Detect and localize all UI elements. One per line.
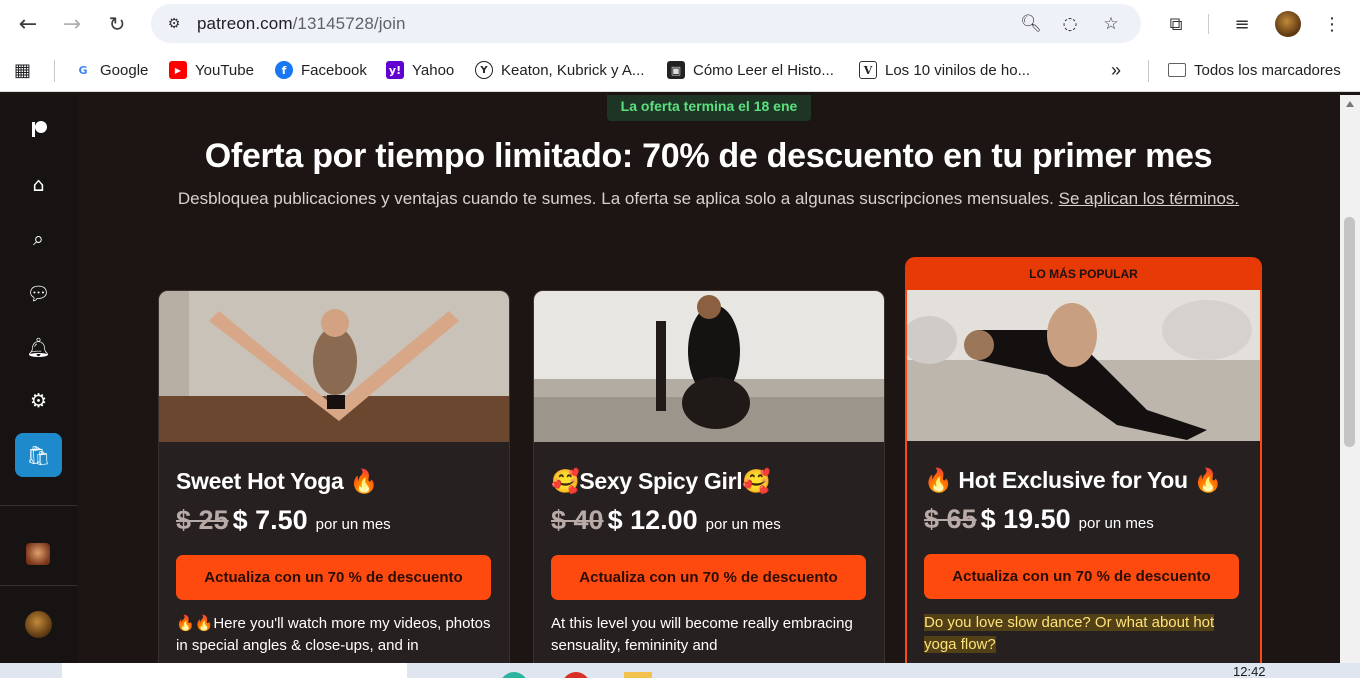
yahoo-icon: y! <box>386 61 404 79</box>
tier-price: $ 40 $ 12.00 por un mes <box>551 505 781 536</box>
page-title: Oferta por tiempo limitado: 70% de descu… <box>204 137 1213 175</box>
bookmark-keaton[interactable]: Y Keaton, Kubrick y A... <box>475 59 644 81</box>
taskbar-app-icon[interactable] <box>500 672 528 678</box>
discount-price: $ 12.00 <box>607 505 698 535</box>
creator-avatar[interactable] <box>26 543 50 565</box>
site-icon: Y <box>475 61 493 79</box>
bookmark-youtube[interactable]: ▶ YouTube <box>169 59 254 81</box>
rail-divider <box>0 585 77 586</box>
old-price: $ 65 <box>924 504 977 534</box>
taskbar-search-box[interactable] <box>62 663 407 678</box>
upgrade-button[interactable]: Actualiza con un 70 % de descuento <box>176 555 491 600</box>
site-icon: V <box>859 61 877 79</box>
bookmarks-divider <box>1148 60 1149 82</box>
browser-toolbar: ← → ↻ ⚙ patreon.com/13145728/join 🔍︎ ◌ ☆… <box>0 0 1360 48</box>
page-scrollbar[interactable] <box>1340 95 1360 663</box>
notifications-bell-icon[interactable]: 🔔︎ <box>15 325 62 369</box>
back-icon[interactable]: ← <box>13 9 43 39</box>
eye-off-icon[interactable]: ◌ <box>1058 12 1082 36</box>
subtitle-text: Desbloquea publicaciones y ventajas cuan… <box>177 189 1054 208</box>
url-text[interactable]: patreon.com/13145728/join <box>197 14 406 34</box>
tier-image <box>907 290 1260 441</box>
bookmark-yahoo[interactable]: y! Yahoo <box>386 59 454 81</box>
site-icon: ▣ <box>667 61 685 79</box>
tier-card-popular: 🔥 Hot Exclusive for You 🔥 $ 65 $ 19.50 p… <box>905 290 1262 663</box>
media-queue-icon[interactable]: ≡ <box>1228 10 1256 38</box>
patreon-sidebar: ⌂ ⌕ 💬︎ 🔔︎ ⚙ 🛍︎ <box>0 95 77 663</box>
tier-description: 🔥🔥Here you'll watch more my videos, phot… <box>176 615 491 654</box>
bookmark-vinilos[interactable]: V Los 10 vinilos de ho... <box>859 59 1030 81</box>
upgrade-button[interactable]: Actualiza con un 70 % de descuento <box>551 555 866 600</box>
most-popular-badge: LO MÁS POPULAR <box>905 257 1262 291</box>
extensions-icon[interactable]: ⧉ <box>1162 10 1190 38</box>
settings-gear-icon[interactable]: ⚙ <box>15 379 62 423</box>
tier-image <box>159 291 509 442</box>
tier-price: $ 25 $ 7.50 por un mes <box>176 505 391 536</box>
bookmark-como-leer[interactable]: ▣ Cómo Leer el Histo... <box>667 59 834 81</box>
toolbar-divider <box>1208 14 1209 34</box>
tier-image <box>159 291 509 442</box>
tier-price: $ 65 $ 19.50 por un mes <box>924 504 1154 535</box>
price-period: por un mes <box>315 516 391 533</box>
scroll-up-icon[interactable] <box>1346 101 1354 107</box>
all-bookmarks-button[interactable]: Todos los marcadores <box>1168 59 1341 81</box>
offer-ends-badge: La oferta termina el 18 ene <box>607 95 811 121</box>
patreon-logo-icon[interactable] <box>15 107 62 151</box>
tier-image <box>534 291 884 442</box>
tier-title: Sweet Hot Yoga 🔥 <box>176 468 378 494</box>
bookmark-star-icon[interactable]: ☆ <box>1099 12 1123 36</box>
bookmarks-overflow-button[interactable]: » <box>1111 59 1121 81</box>
tier-card: Sweet Hot Yoga 🔥 $ 25 $ 7.50 por un mes … <box>158 290 510 663</box>
menu-kebab-icon[interactable]: ⋮ <box>1318 10 1346 38</box>
patreon-logo-icon <box>31 121 47 137</box>
discount-price: $ 7.50 <box>232 505 308 535</box>
user-avatar[interactable] <box>25 611 52 638</box>
tier-description: Do you love slow dance? Or what about ho… <box>924 612 1242 656</box>
old-price: $ 25 <box>176 505 229 535</box>
bookmark-facebook[interactable]: f Facebook <box>275 59 367 81</box>
folder-icon <box>1168 63 1186 77</box>
home-icon[interactable]: ⌂ <box>15 163 62 207</box>
search-icon[interactable]: ⌕ <box>15 217 62 261</box>
zoom-icon[interactable]: 🔍︎ <box>1019 12 1043 36</box>
tier-title: 🥰Sexy Spicy Girl🥰 <box>551 468 771 494</box>
bookmark-google[interactable]: G Google <box>74 59 148 81</box>
bookmarks-bar: ▦ G Google ▶ YouTube f Facebook y! Yahoo Y Ke… <box>0 48 1360 92</box>
taskbar-chrome-icon[interactable] <box>562 672 590 678</box>
profile-avatar[interactable] <box>1275 11 1301 37</box>
messages-icon[interactable]: 💬︎ <box>15 271 62 315</box>
apps-grid-icon[interactable]: ▦ <box>14 59 31 81</box>
terms-link[interactable]: Se aplican los términos. <box>1059 189 1239 208</box>
address-bar[interactable]: ⚙ patreon.com/13145728/join 🔍︎ ◌ ☆ <box>151 4 1141 43</box>
shop-bag-icon[interactable]: 🛍︎ <box>15 433 62 477</box>
taskbar-folder-icon[interactable] <box>624 672 652 678</box>
reload-icon[interactable]: ↻ <box>102 9 132 39</box>
tier-description: At this level you will become really emb… <box>551 615 853 654</box>
price-period: por un mes <box>1078 515 1154 532</box>
tier-image <box>907 290 1260 441</box>
scrollbar-thumb[interactable] <box>1344 217 1355 447</box>
price-period: por un mes <box>705 516 781 533</box>
tier-description-text: Do you love slow dance? Or what about ho… <box>924 614 1215 653</box>
tier-title: 🔥 Hot Exclusive for You 🔥 <box>924 467 1223 493</box>
old-price: $ 40 <box>551 505 604 535</box>
page-subtitle: Desbloquea publicaciones y ventajas cuan… <box>77 189 1340 209</box>
bookmarks-divider <box>54 60 55 82</box>
youtube-icon: ▶ <box>169 61 187 79</box>
rail-divider <box>0 505 77 506</box>
join-page: La oferta termina el 18 ene Oferta por t… <box>77 95 1340 663</box>
os-taskbar: 12:42 <box>0 663 1360 678</box>
discount-price: $ 19.50 <box>980 504 1071 534</box>
google-icon: G <box>78 63 88 77</box>
tier-image <box>534 291 884 442</box>
tier-card: 🥰Sexy Spicy Girl🥰 $ 40 $ 12.00 por un me… <box>533 290 885 663</box>
site-settings-icon[interactable]: ⚙ <box>163 13 185 35</box>
forward-icon[interactable]: → <box>57 9 87 39</box>
facebook-icon: f <box>275 61 293 79</box>
taskbar-clock[interactable]: 12:42 <box>1233 664 1266 678</box>
upgrade-button[interactable]: Actualiza con un 70 % de descuento <box>924 554 1239 599</box>
